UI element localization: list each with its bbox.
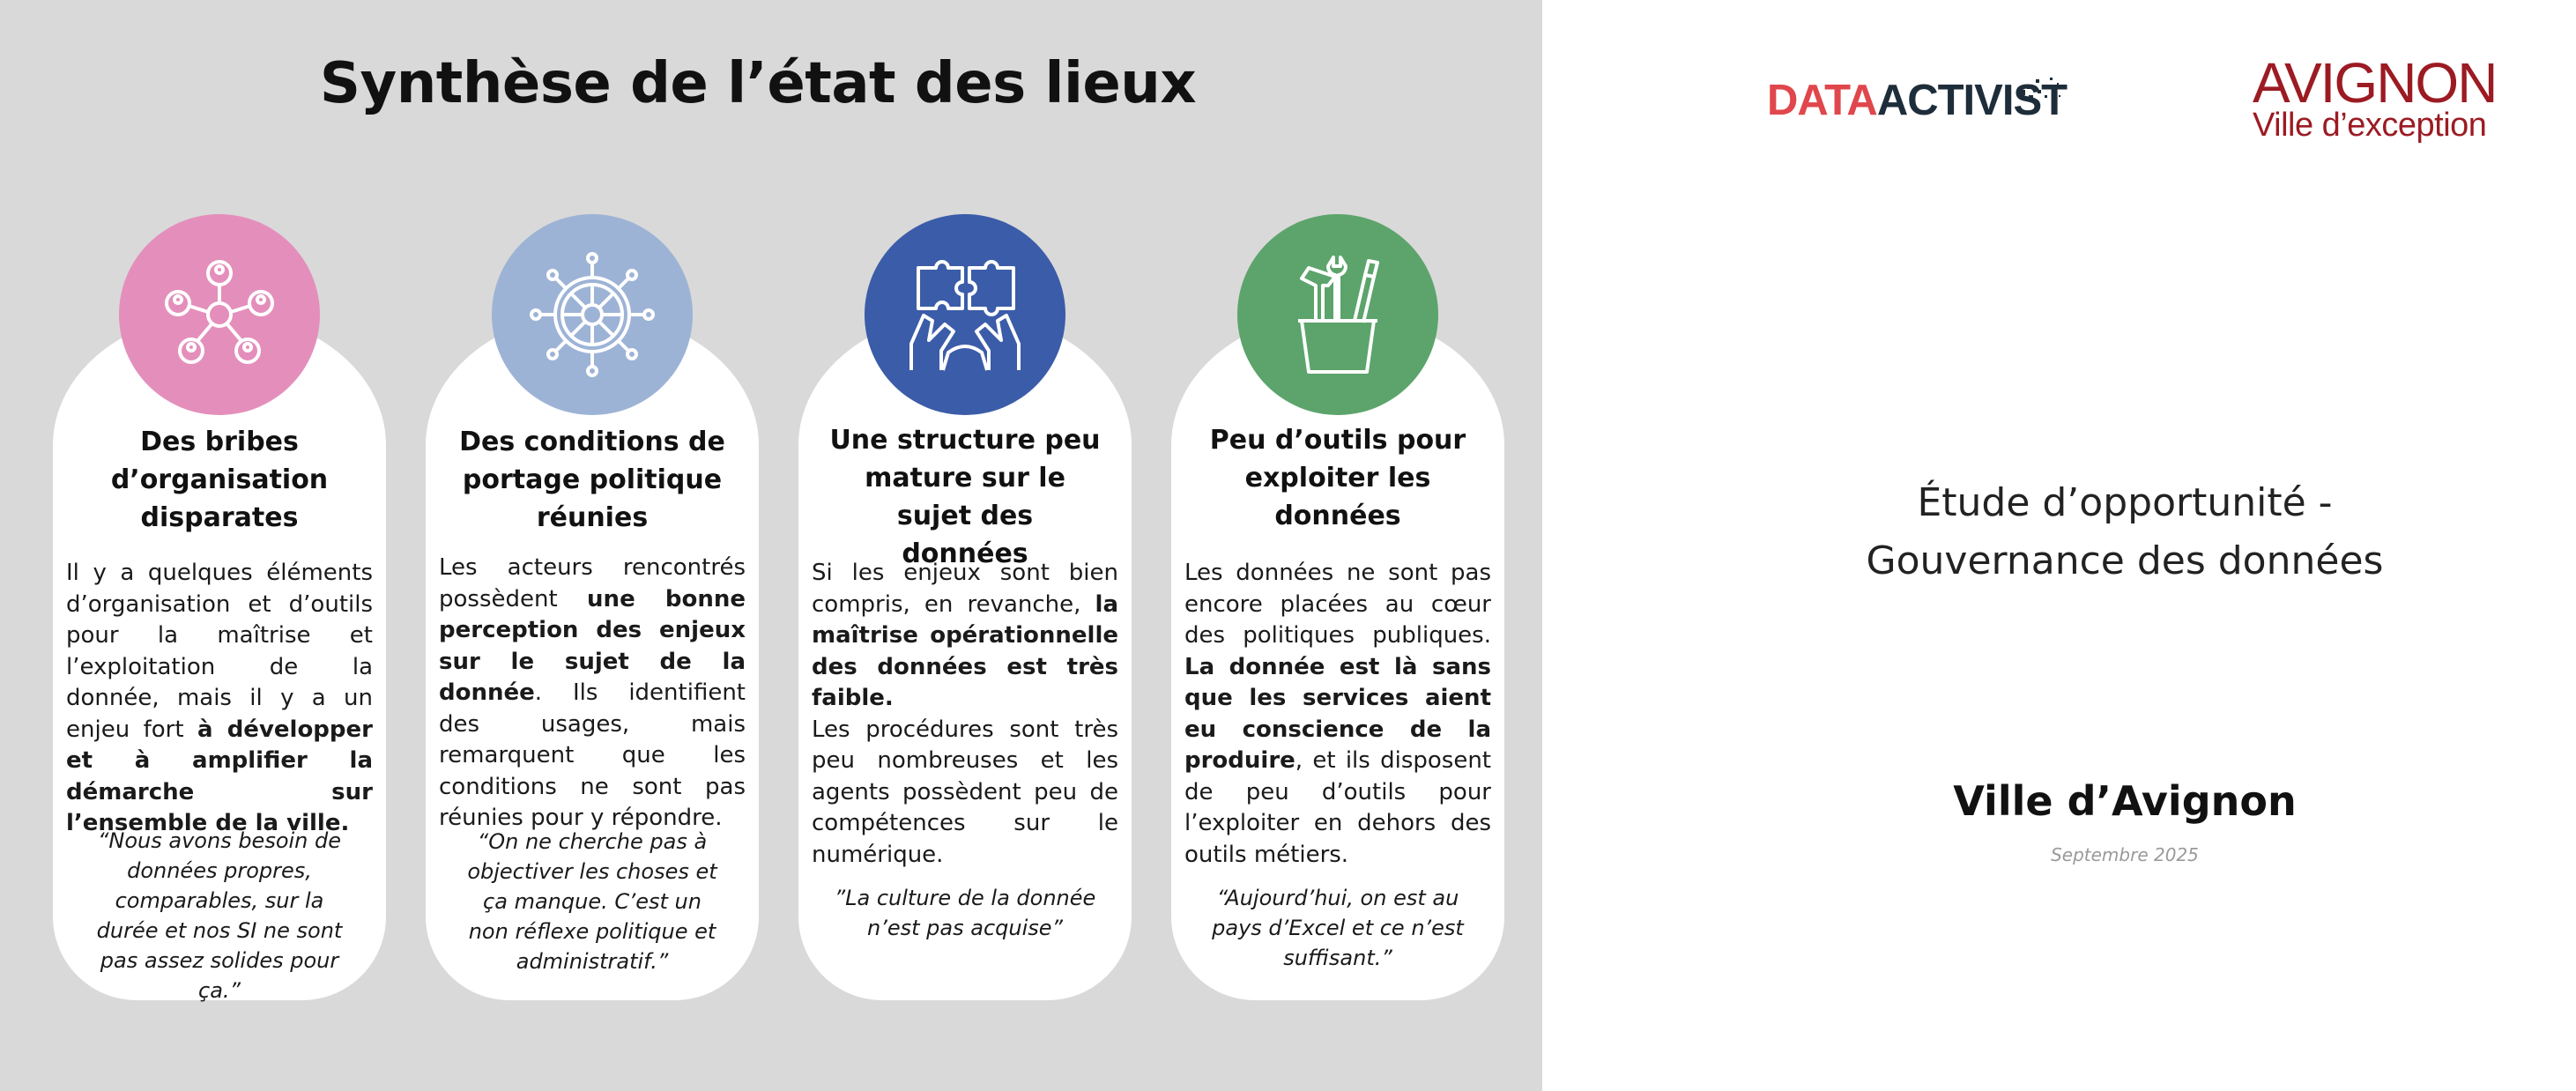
card-4-circle	[1237, 214, 1438, 415]
card-3-circle	[865, 214, 1065, 415]
logo-text: DATA	[1767, 77, 1878, 124]
card-data-maturity: Une structure peu mature sur le sujet de…	[798, 313, 1132, 1000]
study-title-line: Gouvernance des données	[1866, 538, 2384, 583]
card-quote: “Aujourd’hui, on est au pays d’Excel et …	[1212, 886, 1464, 970]
logo-text: AVIGNON	[2253, 51, 2498, 115]
card-body: Les acteurs rencontrés possèdent une bon…	[439, 553, 746, 835]
card-title: Une structure peu mature sur le sujet de…	[829, 425, 1101, 569]
card-quote: ”La culture de la donnée n’est pas acqui…	[834, 886, 1096, 940]
card-organisation: Des bribes d’organisation disparates Il …	[53, 313, 386, 1003]
pixel-dots-icon	[2020, 78, 2060, 104]
network-people-icon	[165, 260, 274, 364]
card-1-circle	[119, 214, 320, 415]
card-2-circle	[492, 214, 693, 415]
card-political-support: Des conditions de portage politique réun…	[426, 313, 759, 1000]
city-name: Ville d’Avignon	[1953, 777, 2297, 825]
card-body: Il y a quelques éléments d’organisation …	[66, 558, 373, 840]
card-tools: Peu d’outils pour exploiter les données …	[1171, 313, 1504, 1000]
card-body-text: Si les enjeux sont bien compris, en reva…	[812, 560, 1118, 618]
card-body-text: Les données ne sont pas encore placées a…	[1184, 560, 1491, 649]
card-body-text: Il y a quelques éléments d’organisation …	[66, 560, 373, 743]
puzzle-hands-icon	[909, 260, 1021, 371]
card-quote: “On ne cherche pas à objectiver les chos…	[467, 829, 717, 974]
synthesis-panel: Synthèse de l’état des lieux Des bribes …	[0, 0, 1542, 1091]
ship-wheel-icon	[530, 252, 655, 377]
study-title-line: Étude d’opportunité -	[1917, 480, 2333, 525]
card-title: Des bribes d’organisation disparates	[110, 427, 329, 533]
card-body-text: Les procédures sont très peu nombreuses …	[812, 716, 1118, 868]
toolbox-icon	[1298, 256, 1379, 374]
card-body: Si les enjeux sont bien compris, en reva…	[812, 558, 1118, 871]
card-title: Des conditions de portage politique réun…	[459, 427, 725, 533]
card-quote: “Nous avons besoin de données propres, c…	[96, 828, 343, 1003]
slide-title: Synthèse de l’état des lieux	[319, 51, 1197, 116]
study-title: Étude d’opportunité - Gouvernance des don…	[1542, 474, 2576, 590]
logo-tagline: Ville d’exception	[2253, 107, 2487, 144]
date-label: Septembre 2025	[2051, 844, 2199, 865]
card-body: Les données ne sont pas encore placées a…	[1184, 558, 1491, 871]
avignon-logo: AVIGNON Ville d’exception	[2253, 51, 2498, 144]
card-title: Peu d’outils pour exploiter les données	[1209, 425, 1466, 531]
cover-panel: DATAACTIVIST AVIGNON Ville d’exception É…	[1542, 0, 2576, 1091]
